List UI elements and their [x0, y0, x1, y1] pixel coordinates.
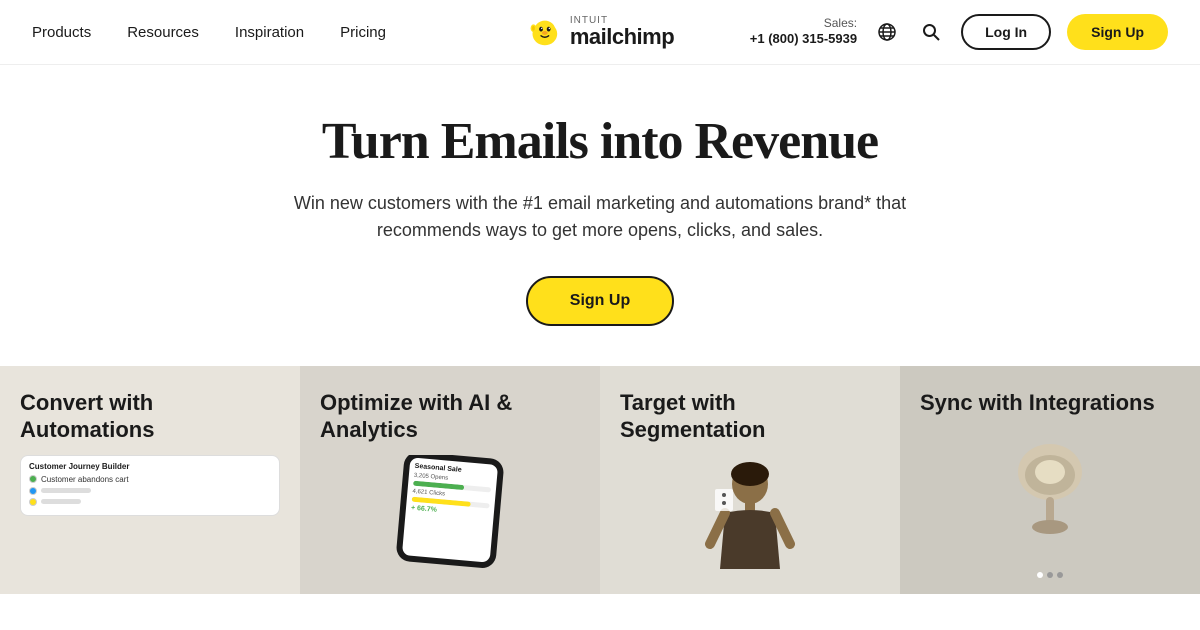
- feature-card-integrations: Sync with Integrations: [900, 366, 1200, 594]
- logo-text: intuit mailchimp: [570, 16, 674, 48]
- feature-image-integrations: [920, 429, 1180, 567]
- feature-title-analytics: Optimize with AI & Analytics: [320, 390, 580, 443]
- step-dot-1: [29, 475, 37, 483]
- journey-builder-mock: Customer Journey Builder Customer abando…: [20, 455, 280, 516]
- nav-right: Sales: +1 (800) 315-5939 Log In Sign Up: [750, 14, 1168, 50]
- nav-left: Products Resources Inspiration Pricing: [32, 24, 386, 41]
- person-illustration: [620, 459, 880, 569]
- nav-sales: Sales: +1 (800) 315-5939: [750, 16, 857, 48]
- feature-image-automations: Customer Journey Builder Customer abando…: [20, 455, 280, 578]
- feature-card-analytics: Optimize with AI & Analytics Seasonal Sa…: [300, 366, 600, 594]
- globe-icon[interactable]: [873, 18, 901, 46]
- step-dot-2: [29, 487, 37, 495]
- nav-item-inspiration[interactable]: Inspiration: [235, 24, 304, 41]
- logo-icon: [526, 13, 564, 51]
- journey-step-2: [29, 487, 271, 495]
- journey-step-1: Customer abandons cart: [29, 475, 271, 484]
- login-button[interactable]: Log In: [961, 14, 1051, 50]
- logo[interactable]: intuit mailchimp: [526, 13, 674, 51]
- journey-builder-label: Customer Journey Builder: [29, 462, 271, 471]
- feature-image-analytics: Seasonal Sale 3,205 Opens 4,621 Clicks +…: [320, 455, 580, 578]
- nav-item-pricing[interactable]: Pricing: [340, 24, 386, 41]
- feature-title-integrations: Sync with Integrations: [920, 390, 1180, 416]
- nav-item-resources[interactable]: Resources: [127, 24, 199, 41]
- dot-3: [1057, 572, 1063, 578]
- signup-button-hero[interactable]: Sign Up: [526, 276, 674, 326]
- lamp-svg: [1010, 437, 1090, 537]
- dot-2: [1047, 572, 1053, 578]
- dot-1: [1037, 572, 1043, 578]
- step-placeholder-2: [41, 488, 91, 493]
- features-section: Convert with Automations Customer Journe…: [0, 366, 1200, 594]
- hero-title: Turn Emails into Revenue: [322, 113, 878, 170]
- sales-label: Sales:: [750, 16, 857, 32]
- step-dot-3: [29, 498, 37, 506]
- feature-image-segmentation: [620, 455, 880, 578]
- hero-section: Turn Emails into Revenue Win new custome…: [0, 65, 1200, 366]
- journey-step-3: [29, 498, 271, 506]
- phone-screen-analytics: Seasonal Sale 3,205 Opens 4,621 Clicks +…: [402, 457, 498, 562]
- search-icon[interactable]: [917, 18, 945, 46]
- feature-card-segmentation: Target with Segmentation: [600, 366, 900, 594]
- feature-title-segmentation: Target with Segmentation: [620, 390, 880, 443]
- lamp-illustration: [920, 437, 1180, 537]
- nav-item-products[interactable]: Products: [32, 24, 91, 41]
- hero-subtitle: Win new customers with the #1 email mark…: [290, 190, 910, 244]
- logo-mailchimp-label: mailchimp: [570, 26, 674, 48]
- signup-button-nav[interactable]: Sign Up: [1067, 14, 1168, 50]
- phone-mock-analytics: Seasonal Sale 3,205 Opens 4,621 Clicks +…: [395, 455, 504, 569]
- feature-title-automations: Convert with Automations: [20, 390, 280, 443]
- person-svg: [705, 459, 795, 569]
- navigation: Products Resources Inspiration Pricing i…: [0, 0, 1200, 65]
- journey-step-label: Customer abandons cart: [41, 475, 129, 484]
- step-placeholder-3: [41, 499, 81, 504]
- feature-card-automations: Convert with Automations Customer Journe…: [0, 366, 300, 594]
- carousel-dots: [920, 572, 1180, 578]
- sales-phone[interactable]: +1 (800) 315-5939: [750, 31, 857, 48]
